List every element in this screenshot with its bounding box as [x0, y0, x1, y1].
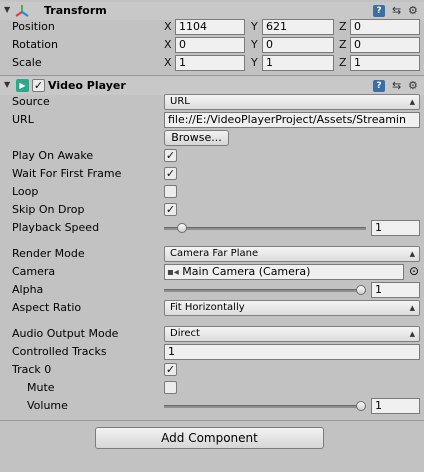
video-player-title: Video Player — [48, 79, 126, 92]
track0-checkbox[interactable]: ✓ — [164, 363, 177, 376]
loop-label: Loop — [12, 185, 39, 198]
add-component-button[interactable]: Add Component — [95, 427, 324, 449]
alpha-field[interactable]: 1 — [371, 282, 420, 298]
divider — [0, 75, 424, 76]
playback-speed-slider-thumb[interactable] — [177, 223, 188, 233]
rotation-z-field[interactable]: 0 — [350, 37, 420, 53]
preset-icon[interactable]: ⇆ — [392, 4, 401, 18]
help-icon[interactable]: ? — [373, 5, 385, 17]
wait-first-frame-checkbox[interactable]: ✓ — [164, 167, 177, 180]
audio-output-value: Direct — [170, 328, 200, 339]
rotation-y-field[interactable]: 0 — [262, 37, 334, 53]
browse-button[interactable]: Browse... — [164, 130, 229, 146]
position-z-field[interactable]: 0 — [350, 19, 420, 35]
audio-output-label: Audio Output Mode — [12, 327, 119, 340]
position-label: Position — [12, 20, 55, 33]
axis-y-label: Y — [251, 20, 258, 33]
foldout-arrow-icon[interactable]: ▼ — [4, 5, 10, 14]
axis-z-label: Z — [339, 38, 347, 51]
source-dropdown[interactable]: URL ▲ — [164, 94, 420, 110]
url-label: URL — [12, 113, 34, 126]
play-on-awake-checkbox[interactable]: ✓ — [164, 149, 177, 162]
loop-checkbox[interactable] — [164, 185, 177, 198]
alpha-slider-thumb[interactable] — [356, 285, 366, 295]
scale-y-field[interactable]: 1 — [262, 55, 334, 71]
skip-on-drop-label: Skip On Drop — [12, 203, 85, 216]
video-player-enabled-checkbox[interactable]: ✓ — [32, 79, 45, 92]
aspect-ratio-label: Aspect Ratio — [12, 301, 82, 314]
playback-speed-slider-track[interactable] — [164, 227, 366, 230]
divider — [0, 420, 424, 421]
camera-object-field[interactable]: ▪◂ Main Camera (Camera) — [164, 264, 404, 280]
controlled-tracks-field[interactable]: 1 — [164, 344, 420, 360]
axis-x-label: X — [164, 38, 172, 51]
volume-field[interactable]: 1 — [371, 398, 420, 414]
dropdown-arrow-icon: ▲ — [409, 250, 415, 258]
rotation-label: Rotation — [12, 38, 59, 51]
play-on-awake-label: Play On Awake — [12, 149, 94, 162]
render-mode-value: Camera Far Plane — [170, 248, 259, 259]
position-y-field[interactable]: 621 — [262, 19, 334, 35]
track0-label: Track 0 — [12, 363, 52, 376]
video-player-header[interactable]: ▼ ▶ ✓ Video Player ? ⇆ ⚙ — [0, 77, 424, 95]
skip-on-drop-checkbox[interactable]: ✓ — [164, 203, 177, 216]
volume-label: Volume — [27, 399, 68, 412]
render-mode-dropdown[interactable]: Camera Far Plane ▲ — [164, 246, 420, 262]
controlled-tracks-label: Controlled Tracks — [12, 345, 107, 358]
mute-label: Mute — [27, 381, 55, 394]
camera-icon: ▪◂ — [167, 267, 179, 278]
dropdown-arrow-icon: ▲ — [409, 304, 415, 312]
source-label: Source — [12, 95, 50, 108]
axis-x-label: X — [164, 56, 172, 69]
alpha-label: Alpha — [12, 283, 44, 296]
camera-label: Camera — [12, 265, 56, 278]
video-player-icon: ▶ — [16, 79, 29, 92]
scale-x-field[interactable]: 1 — [175, 55, 245, 71]
url-field[interactable]: file://E:/VideoPlayerProject/Assets/Stre… — [164, 112, 420, 128]
help-icon[interactable]: ? — [373, 80, 385, 92]
alpha-slider-track[interactable] — [164, 289, 366, 292]
render-mode-label: Render Mode — [12, 247, 85, 260]
transform-title: Transform — [44, 4, 107, 17]
scale-z-field[interactable]: 1 — [350, 55, 420, 71]
gear-icon[interactable]: ⚙ — [408, 4, 418, 18]
axis-y-label: Y — [251, 56, 258, 69]
wait-first-frame-label: Wait For First Frame — [12, 167, 122, 180]
transform-header[interactable]: ▼ Transform ? ⇆ ⚙ — [0, 2, 424, 20]
volume-slider-thumb[interactable] — [356, 401, 366, 411]
preset-icon[interactable]: ⇆ — [392, 79, 401, 93]
axis-y-label: Y — [251, 38, 258, 51]
rotation-x-field[interactable]: 0 — [175, 37, 245, 53]
dropdown-arrow-icon: ▲ — [409, 98, 415, 106]
transform-icon — [15, 5, 29, 17]
position-x-field[interactable]: 1104 — [175, 19, 245, 35]
aspect-ratio-dropdown[interactable]: Fit Horizontally ▲ — [164, 300, 420, 316]
axis-x-label: X — [164, 20, 172, 33]
volume-slider-track[interactable] — [164, 405, 366, 408]
gear-icon[interactable]: ⚙ — [408, 79, 418, 93]
axis-z-label: Z — [339, 56, 347, 69]
mute-checkbox[interactable] — [164, 381, 177, 394]
foldout-arrow-icon[interactable]: ▼ — [4, 80, 10, 89]
playback-speed-field[interactable]: 1 — [371, 220, 420, 236]
aspect-ratio-value: Fit Horizontally — [170, 302, 245, 313]
scale-label: Scale — [12, 56, 42, 69]
axis-z-label: Z — [339, 20, 347, 33]
dropdown-arrow-icon: ▲ — [409, 330, 415, 338]
playback-speed-label: Playback Speed — [12, 221, 100, 234]
object-picker-icon[interactable]: ⊙ — [409, 264, 419, 278]
audio-output-dropdown[interactable]: Direct ▲ — [164, 326, 420, 342]
camera-value: Main Camera (Camera) — [182, 265, 311, 278]
source-value: URL — [170, 96, 190, 107]
